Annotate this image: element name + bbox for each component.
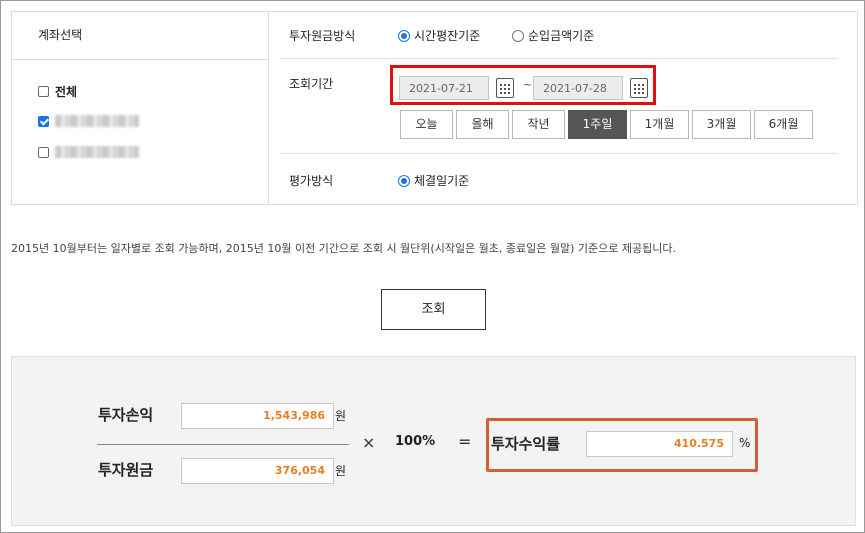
eval-method-label: 평가방식 — [289, 174, 334, 188]
fraction-line — [97, 444, 349, 445]
account-item-2[interactable] — [38, 146, 139, 158]
pnl-label: 투자손익 — [98, 406, 154, 424]
rate-unit: % — [739, 436, 751, 450]
start-calendar-icon[interactable] — [496, 78, 514, 98]
account-item-2-masked-number — [55, 146, 139, 158]
rate-label: 투자수익률 — [491, 435, 561, 453]
principal-label: 투자원금 — [98, 461, 154, 479]
period-btn-today[interactable]: 오늘 — [400, 110, 453, 139]
period-btn-this-year[interactable]: 올해 — [456, 110, 509, 139]
end-calendar-icon[interactable] — [630, 78, 648, 98]
radio-trade-date-label: 체결일기준 — [414, 174, 470, 188]
equals-sign: = — [458, 432, 472, 451]
start-date-input[interactable]: 2021-07-21 — [399, 76, 489, 100]
radio-time-avg[interactable] — [398, 29, 410, 42]
rate-value-field: 410.575 — [586, 431, 733, 457]
account-item-1-masked-number — [55, 115, 139, 127]
percent-factor: 100% — [395, 434, 436, 449]
multiply-sign: × — [362, 433, 376, 452]
principal-method-label: 투자원금방식 — [289, 29, 356, 43]
account-all-label: 전체 — [55, 85, 78, 99]
notice-text: 2015년 10월부터는 일자별로 조회 가능하며, 2015년 10월 이전 … — [11, 242, 676, 255]
search-panel: 계좌선택 전체 투자원금방식 시간평잔기준 순입금액기준 조회기간 2021-0… — [11, 11, 858, 205]
divider-line — [280, 153, 838, 154]
principal-method-option-time[interactable]: 시간평잔기준 — [398, 27, 480, 44]
pnl-unit: 원 — [335, 409, 347, 423]
eval-method-option[interactable]: 체결일기준 — [398, 172, 469, 189]
principal-unit: 원 — [335, 464, 347, 478]
pnl-value-field: 1,543,986 — [181, 403, 334, 429]
result-panel: 투자손익 1,543,986 원 투자원금 376,054 원 × 100% =… — [11, 356, 856, 526]
account-header: 계좌선택 — [12, 12, 268, 60]
rate-highlight: 투자수익률 410.575 % — [486, 418, 758, 472]
radio-net-deposit[interactable] — [512, 29, 524, 42]
account-item-1[interactable] — [38, 115, 139, 127]
account-all-row[interactable]: 전체 — [38, 83, 77, 100]
period-btn-1month[interactable]: 1개월 — [630, 110, 689, 139]
end-date-input[interactable]: 2021-07-28 — [533, 76, 623, 100]
date-range-highlight: 2021-07-21 ~ 2021-07-28 — [390, 65, 656, 105]
radio-time-avg-label: 시간평잔기준 — [414, 29, 481, 43]
account-header-label: 계좌선택 — [38, 28, 83, 42]
query-button[interactable]: 조회 — [381, 289, 486, 330]
radio-net-deposit-label: 순입금액기준 — [528, 29, 595, 43]
date-separator: ~ — [523, 78, 533, 91]
account-all-checkbox[interactable] — [38, 86, 49, 97]
period-btn-1week[interactable]: 1주일 — [568, 110, 627, 139]
account-column: 계좌선택 전체 — [12, 12, 269, 204]
radio-trade-date[interactable] — [398, 174, 410, 187]
period-btn-last-year[interactable]: 작년 — [512, 110, 565, 139]
period-btn-6month[interactable]: 6개월 — [754, 110, 813, 139]
period-btn-3month[interactable]: 3개월 — [692, 110, 751, 139]
account-item-1-checkbox[interactable] — [38, 115, 49, 127]
divider-line — [280, 58, 838, 59]
period-label: 조회기간 — [289, 77, 334, 91]
principal-method-option-net[interactable]: 순입금액기준 — [512, 27, 594, 44]
account-item-2-checkbox[interactable] — [38, 146, 49, 158]
principal-value-field: 376,054 — [181, 458, 334, 484]
